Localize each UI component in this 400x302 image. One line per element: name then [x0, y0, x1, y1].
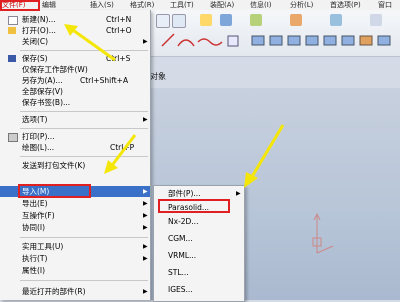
- menu-item-execute[interactable]: 执行(T) ▶: [0, 253, 150, 264]
- submenu-arrow-icon: ▶: [143, 188, 148, 195]
- menu-item-interoperate[interactable]: 互操作(F) ▶: [0, 210, 150, 221]
- toolbar: [150, 10, 400, 57]
- axis-triad-icon: [312, 212, 334, 254]
- submenu-arrow-icon: ▶: [143, 243, 148, 250]
- annotation-arrow-1-icon: [64, 24, 116, 62]
- redo-icon[interactable]: [172, 14, 186, 28]
- submenu-arrow-icon: ▶: [143, 116, 148, 123]
- menu-item-options[interactable]: 选项(T) ▶: [0, 114, 150, 125]
- analysis-icon[interactable]: [330, 14, 342, 26]
- import-highlight-box: [18, 184, 91, 198]
- submenu-item-iges[interactable]: IGES...: [154, 284, 244, 296]
- menu-analysis[interactable]: 分析(L): [290, 0, 313, 10]
- menu-item-save-all[interactable]: 全部保存(V): [0, 86, 150, 97]
- file-menu-highlight-box: [0, 0, 40, 11]
- menu-item-save-bookmark[interactable]: 保存书签(B)...: [0, 97, 150, 108]
- menu-edit[interactable]: 编辑: [42, 0, 56, 10]
- menu-item-properties[interactable]: 属性(I): [0, 265, 150, 276]
- render-icon[interactable]: [290, 14, 302, 26]
- submenu-item-nx-2d[interactable]: Nx-2D...: [154, 216, 244, 228]
- submenu-arrow-icon: ▶: [143, 288, 148, 295]
- new-file-icon: [8, 16, 18, 25]
- menu-separator: [20, 237, 148, 238]
- save-icon: [8, 55, 16, 62]
- menu-assembly[interactable]: 装配(A): [210, 0, 234, 10]
- menu-item-save-as[interactable]: 另存为(A)... Ctrl+Shift+A: [0, 75, 150, 86]
- menu-separator: [20, 128, 148, 129]
- menu-separator: [20, 111, 148, 112]
- menu-format[interactable]: 格式(R): [130, 0, 154, 10]
- print-icon: [8, 133, 18, 142]
- open-folder-icon: [8, 27, 16, 34]
- menu-item-utilities[interactable]: 实用工具(U) ▶: [0, 241, 150, 252]
- annotation-arrow-3-icon: [244, 124, 285, 188]
- menu-item-recent-parts[interactable]: 最近打开的部件(R) ▶: [0, 286, 150, 297]
- submenu-item-stl[interactable]: STL...: [154, 267, 244, 279]
- menu-info[interactable]: 信息(I): [250, 0, 272, 10]
- view-icon[interactable]: [250, 14, 262, 26]
- toolbar-row2-icons[interactable]: [160, 32, 400, 52]
- menu-tools[interactable]: 工具(T): [170, 0, 194, 10]
- annotation-arrow-2-icon: [104, 134, 137, 174]
- submenu-arrow-icon: ▶: [143, 38, 148, 45]
- layer-icon[interactable]: [220, 14, 232, 26]
- submenu-arrow-icon: ▶: [143, 255, 148, 262]
- menu-separator: [20, 280, 148, 281]
- parasolid-highlight-box: [158, 199, 230, 213]
- menu-item-collaborate[interactable]: 协同(I) ▶: [0, 222, 150, 233]
- context-label: 对象: [150, 72, 166, 81]
- submenu-arrow-icon: ▶: [143, 200, 148, 207]
- menu-preferences[interactable]: 首选项(P): [330, 0, 361, 10]
- submenu-item-cgm[interactable]: CGM...: [154, 233, 244, 245]
- menu-item-export[interactable]: 导出(E) ▶: [0, 198, 150, 209]
- submenu-arrow-icon: ▶: [143, 224, 148, 231]
- menu-insert[interactable]: 插入(S): [90, 0, 114, 10]
- submenu-arrow-icon: ▶: [143, 212, 148, 219]
- submenu-item-vrml[interactable]: VRML...: [154, 250, 244, 262]
- settings-icon[interactable]: [370, 14, 382, 26]
- menu-item-save-work-part[interactable]: 仅保存工作部件(W): [0, 64, 150, 75]
- menu-window[interactable]: 窗口: [378, 0, 392, 10]
- undo-icon[interactable]: [156, 14, 170, 28]
- tool-icon[interactable]: [200, 14, 212, 26]
